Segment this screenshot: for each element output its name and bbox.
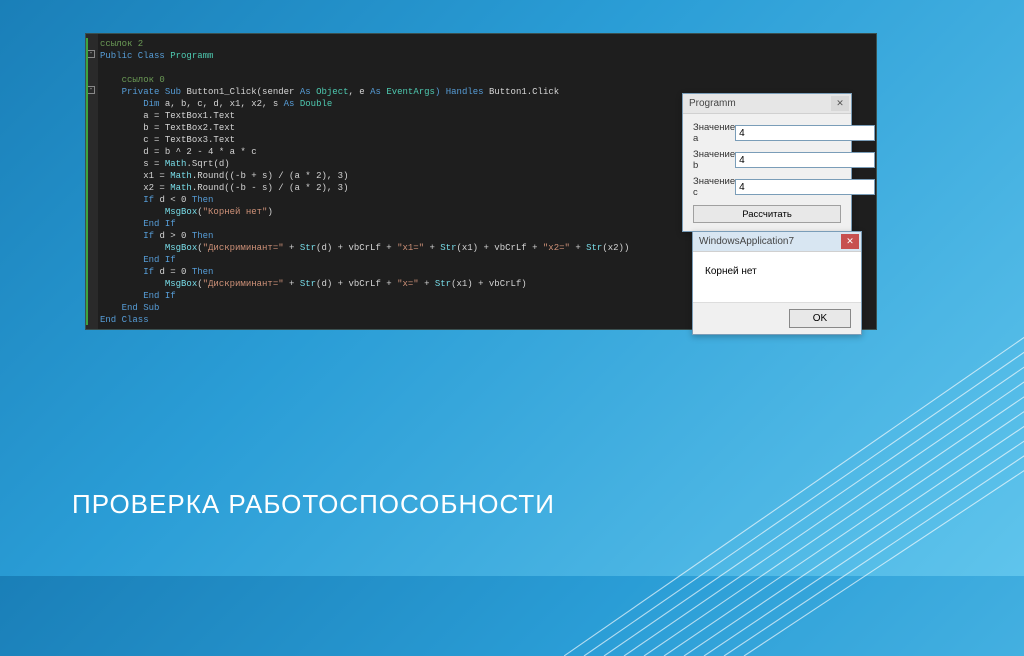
msgbox-title: WindowsApplication7 xyxy=(699,236,841,247)
ok-button[interactable]: OK xyxy=(789,309,851,328)
form-window-programm[interactable]: Programm ✕ Значение a Значение b Значени… xyxy=(682,93,852,232)
msgbox-body: Корней нет xyxy=(693,252,861,302)
change-bar xyxy=(86,38,88,325)
code-gutter: - - xyxy=(86,34,98,329)
input-b[interactable] xyxy=(735,152,875,168)
calculate-button[interactable]: Рассчитать xyxy=(693,205,841,223)
label-a: Значение a xyxy=(693,122,735,144)
code-comment: ссылок 2 xyxy=(100,39,143,49)
label-b: Значение b xyxy=(693,149,735,171)
msgbox-text: Корней нет xyxy=(705,266,757,277)
fold-marker-icon[interactable]: - xyxy=(87,86,95,94)
msgbox-titlebar[interactable]: WindowsApplication7 ✕ xyxy=(693,232,861,252)
msgbox-footer: OK xyxy=(693,302,861,334)
label-c: Значение c xyxy=(693,176,735,198)
input-c[interactable] xyxy=(735,179,875,195)
close-icon[interactable]: ✕ xyxy=(841,234,859,249)
slide-title: ПРОВЕРКА РАБОТОСПОСОБНОСТИ xyxy=(72,489,555,520)
fold-marker-icon[interactable]: - xyxy=(87,50,95,58)
form-titlebar[interactable]: Programm ✕ xyxy=(683,94,851,114)
close-icon[interactable]: ✕ xyxy=(831,96,849,111)
msgbox-window[interactable]: WindowsApplication7 ✕ Корней нет OK xyxy=(692,231,862,335)
input-a[interactable] xyxy=(735,125,875,141)
form-body: Значение a Значение b Значение c Рассчит… xyxy=(683,114,851,231)
form-title: Programm xyxy=(689,98,831,109)
